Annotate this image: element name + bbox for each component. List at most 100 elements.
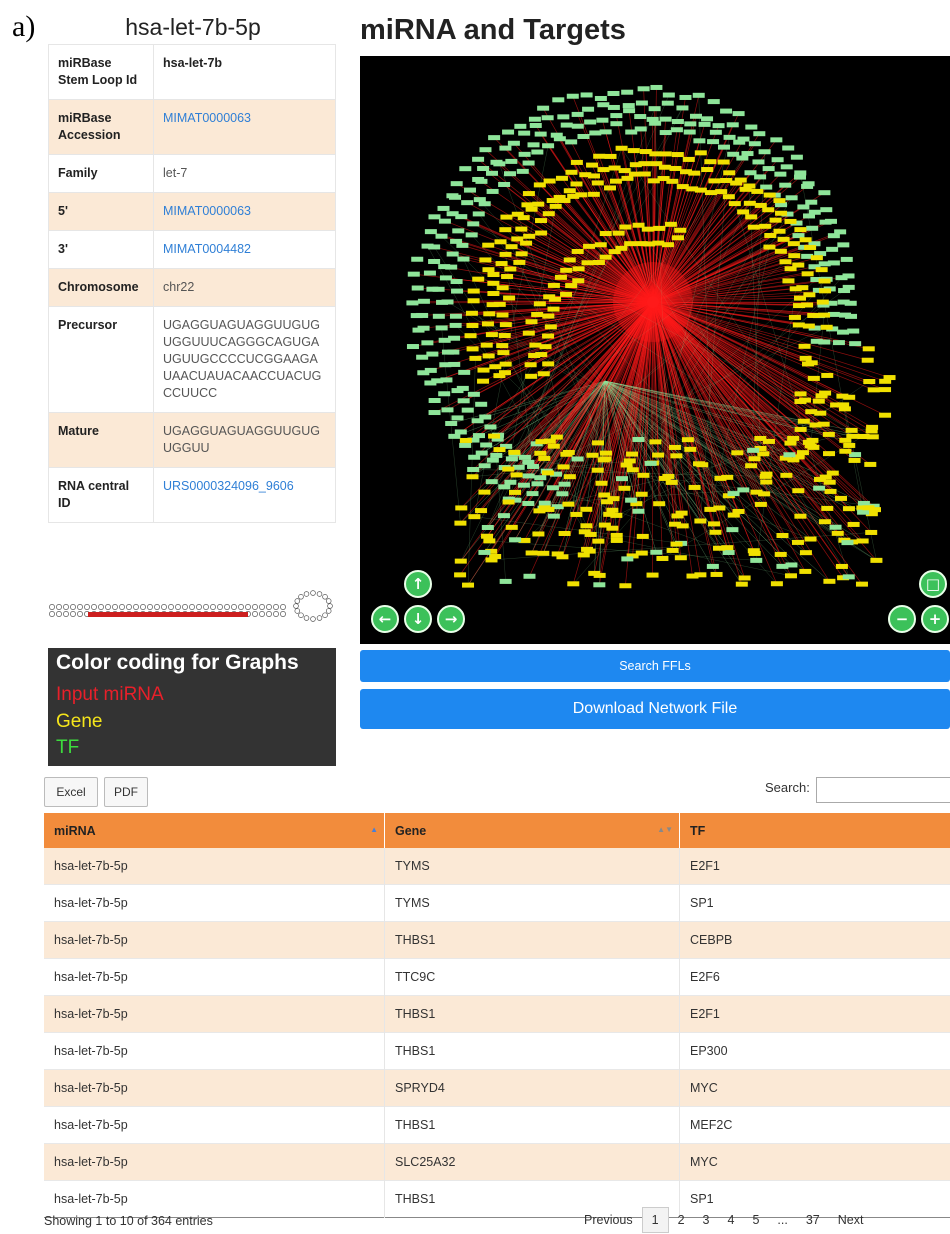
zoom-out-icon[interactable]: −: [889, 606, 915, 632]
legend-title: Color coding for Graphs: [56, 652, 299, 674]
info-value: UGAGGUAGUAGGUUGUGUGGUU: [154, 413, 336, 468]
info-value: chr22: [154, 269, 336, 307]
column-header-mirna[interactable]: miRNA ▲: [44, 813, 385, 848]
next-page-button[interactable]: Next: [829, 1213, 873, 1227]
column-header-gene[interactable]: Gene▲▼: [385, 813, 680, 848]
table-info: Showing 1 to 10 of 364 entries: [44, 1214, 213, 1228]
graph-title: miRNA and Targets: [360, 14, 626, 47]
mirna-info-table: miRBase Stem Loop Idhsa-let-7bmiRBase Ac…: [48, 44, 336, 523]
page-button[interactable]: 2: [669, 1213, 694, 1227]
info-key: 5': [49, 193, 154, 231]
arrow-up-icon[interactable]: ↑: [405, 571, 431, 597]
table-cell: THBS1: [385, 922, 680, 959]
info-value: let-7: [154, 155, 336, 193]
info-row: PrecursorUGAGGUAGUAGGUUGUGUGGUUUCAGGGCAG…: [49, 307, 336, 413]
info-row: miRBase Stem Loop Idhsa-let-7b: [49, 45, 336, 100]
table-cell: hsa-let-7b-5p: [44, 996, 385, 1033]
table-cell: MYC: [680, 1070, 950, 1107]
network-graph[interactable]: ↑ ← ↓ → □−+: [360, 56, 950, 644]
arrow-down-icon[interactable]: ↓: [405, 606, 431, 632]
results-table: miRNA▲ Gene▲▼ TF hsa-let-7b-5pTYMSE2F1hs…: [44, 813, 950, 1218]
info-row: Chromosomechr22: [49, 269, 336, 307]
table-cell: hsa-let-7b-5p: [44, 959, 385, 996]
search-ffls-button[interactable]: Search FFLs: [360, 650, 950, 682]
arrow-left-icon[interactable]: ←: [372, 606, 398, 632]
table-cell: E2F1: [680, 848, 950, 885]
table-row: hsa-let-7b-5pTHBS1E2F1: [44, 996, 950, 1033]
table-row: hsa-let-7b-5pTHBS1CEBPB: [44, 922, 950, 959]
svg-text:→: →: [445, 610, 458, 628]
zoom-in-icon[interactable]: +: [922, 606, 948, 632]
table-cell: THBS1: [385, 1107, 680, 1144]
table-cell: hsa-let-7b-5p: [44, 885, 385, 922]
table-cell: hsa-let-7b-5p: [44, 1144, 385, 1181]
info-value-link[interactable]: URS0000324096_9606: [154, 468, 336, 523]
info-key: 3': [49, 231, 154, 269]
column-header-tf[interactable]: TF: [680, 813, 950, 848]
page-button[interactable]: 5: [743, 1213, 768, 1227]
sort-both-icon: ▲▼: [657, 825, 673, 834]
table-cell: SLC25A32: [385, 1144, 680, 1181]
table-header-row: miRNA ▲ Gene▲▼ TF: [44, 813, 950, 848]
info-value-link[interactable]: MIMAT0000063: [154, 100, 336, 155]
info-key: Precursor: [49, 307, 154, 413]
page-button[interactable]: 3: [694, 1213, 719, 1227]
network-canvas[interactable]: ↑ ← ↓ → □−+: [360, 56, 950, 644]
info-row: 5'MIMAT0000063: [49, 193, 336, 231]
svg-text:−: −: [896, 610, 909, 628]
info-row: RNA central IDURS0000324096_9606: [49, 468, 336, 523]
previous-page-button[interactable]: Previous: [575, 1213, 642, 1227]
legend-item-tf: TF: [56, 737, 79, 759]
table-cell: E2F6: [680, 959, 950, 996]
info-key: miRBase Accession: [49, 100, 154, 155]
page-button[interactable]: 4: [719, 1213, 744, 1227]
info-value-link[interactable]: MIMAT0000063: [154, 193, 336, 231]
table-cell: SPRYD4: [385, 1070, 680, 1107]
column-header-label: TF: [690, 824, 705, 838]
arrow-right-icon[interactable]: →: [438, 606, 464, 632]
info-value-link[interactable]: MIMAT0004482: [154, 231, 336, 269]
table-row: hsa-let-7b-5pTTC9CE2F6: [44, 959, 950, 996]
pagination: Previous 12345...37 Next: [575, 1206, 872, 1234]
table-cell: E2F1: [680, 996, 950, 1033]
info-value: hsa-let-7b: [154, 45, 336, 100]
info-value: UGAGGUAGUAGGUUGUGUGGUUUCAGGGCAGUGAUGUUGC…: [154, 307, 336, 413]
legend-item-gene: Gene: [56, 711, 102, 733]
table-cell: hsa-let-7b-5p: [44, 1033, 385, 1070]
table-cell: hsa-let-7b-5p: [44, 1181, 385, 1218]
info-key: Chromosome: [49, 269, 154, 307]
panel-label: a): [12, 10, 35, 44]
table-cell: MYC: [680, 1144, 950, 1181]
table-cell: CEBPB: [680, 922, 950, 959]
mirna-title: hsa-let-7b-5p: [48, 14, 338, 41]
svg-text:□: □: [926, 575, 940, 593]
table-cell: TYMS: [385, 885, 680, 922]
table-cell: THBS1: [385, 996, 680, 1033]
table-row: hsa-let-7b-5pTYMSSP1: [44, 885, 950, 922]
table-cell: hsa-let-7b-5p: [44, 848, 385, 885]
table-cell: TTC9C: [385, 959, 680, 996]
pdf-export-button[interactable]: PDF: [104, 777, 148, 807]
legend-item-mirna: Input miRNA: [56, 684, 164, 706]
color-legend: Color coding for Graphs Input miRNA Gene…: [48, 648, 336, 766]
table-cell: SP1: [680, 885, 950, 922]
info-key: Mature: [49, 413, 154, 468]
fit-icon[interactable]: □: [920, 571, 946, 597]
svg-text:↑: ↑: [412, 575, 425, 593]
info-key: RNA central ID: [49, 468, 154, 523]
excel-export-button[interactable]: Excel: [44, 777, 98, 807]
page-button[interactable]: 37: [797, 1213, 829, 1227]
search-input[interactable]: [816, 777, 950, 803]
table-row: hsa-let-7b-5pTHBS1EP300: [44, 1033, 950, 1070]
table-cell: MEF2C: [680, 1107, 950, 1144]
info-row: 3'MIMAT0004482: [49, 231, 336, 269]
download-network-button[interactable]: Download Network File: [360, 689, 950, 729]
info-key: miRBase Stem Loop Id: [49, 45, 154, 100]
column-header-label: miRNA: [54, 824, 96, 838]
table-row: hsa-let-7b-5pTYMSE2F1: [44, 848, 950, 885]
page-button-current[interactable]: 1: [642, 1207, 669, 1233]
table-cell: hsa-let-7b-5p: [44, 1070, 385, 1107]
info-row: MatureUGAGGUAGUAGGUUGUGUGGUU: [49, 413, 336, 468]
table-row: hsa-let-7b-5pSLC25A32MYC: [44, 1144, 950, 1181]
sort-asc-icon: ▲: [370, 825, 378, 834]
